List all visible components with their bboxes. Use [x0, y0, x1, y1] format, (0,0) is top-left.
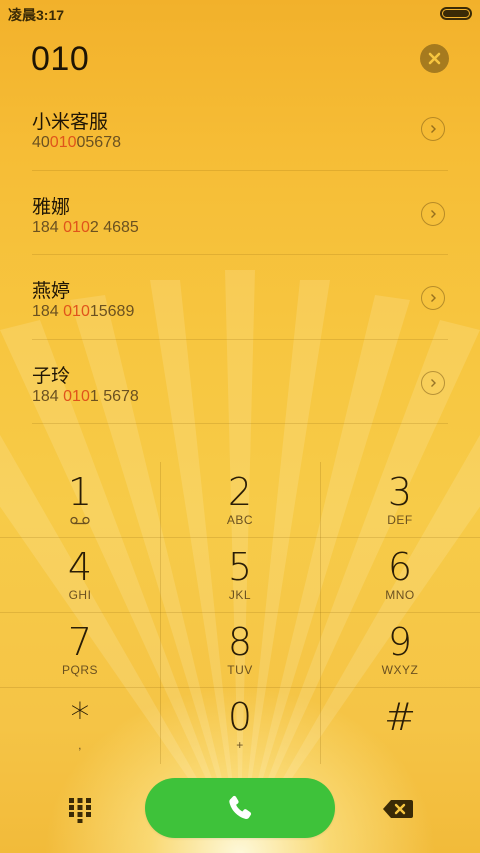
number-match: 010 [63, 303, 90, 320]
contact-detail-button[interactable] [421, 370, 445, 395]
key-letters: MNO [385, 588, 415, 602]
key-digit: 6 [387, 545, 413, 589]
key-letters: + [236, 738, 244, 752]
key-digit: 7 [67, 620, 93, 664]
contact-detail-button[interactable] [421, 201, 445, 226]
key-hash[interactable]: # [320, 687, 480, 763]
key-6[interactable]: 6 MNO [320, 537, 480, 613]
key-letters: ABC [226, 513, 254, 527]
chevron-right-icon [431, 125, 436, 133]
contact-detail-button[interactable] [421, 286, 445, 310]
number-prefix: 40 [32, 134, 50, 151]
key-digit: 1 [67, 470, 93, 514]
key-letters: PQRS [61, 663, 98, 677]
battery-icon [440, 7, 472, 20]
key-letters: TUV [227, 663, 253, 677]
contact-detail-button[interactable] [421, 117, 445, 141]
number-suffix: 2 4685 [89, 218, 139, 236]
number-prefix: 184 [32, 387, 64, 405]
search-results-list: 小米客服 4001005678 雅娜 184 0102 4685 燕婷 184 … [0, 86, 480, 424]
key-digit: 9 [387, 620, 413, 664]
key-digit: # [384, 695, 416, 739]
key-star[interactable]: * , [0, 687, 160, 763]
key-8[interactable]: 8 TUV [160, 612, 320, 688]
number-suffix: 15689 [89, 303, 135, 320]
backspace-button[interactable] [382, 797, 414, 821]
close-icon [428, 52, 441, 65]
key-5[interactable]: 5 JKL [160, 537, 320, 613]
dialpad-toggle-button[interactable] [66, 796, 94, 824]
contact-number: 184 01015689 [32, 303, 134, 321]
key-digit: 2 [227, 470, 253, 514]
contact-name: 小米客服 [32, 111, 109, 133]
number-match: 010 [63, 218, 90, 236]
contact-name: 雅娜 [32, 195, 71, 218]
key-digit: 0 [227, 695, 253, 739]
contact-number: 4001005678 [32, 134, 121, 152]
dialpad-icon [69, 798, 91, 823]
key-digit: 5 [227, 545, 253, 589]
key-9[interactable]: 9 WXYZ [320, 612, 480, 688]
key-digit: 4 [67, 545, 93, 589]
number-suffix: 1 5678 [89, 387, 139, 405]
result-item[interactable]: 燕婷 184 01015689 [32, 255, 448, 340]
result-item[interactable]: 小米客服 4001005678 [32, 86, 448, 171]
dial-keypad: 1 2 ABC 3 DEF 4 GHI 5 JKL 6 MNO 7 PQRS 8… [0, 462, 480, 764]
phone-icon [229, 795, 252, 820]
contact-name: 子玲 [32, 364, 71, 387]
key-0[interactable]: 0 + [160, 687, 320, 763]
bottom-action-bar [0, 764, 480, 853]
result-item[interactable]: 雅娜 184 0102 4685 [32, 171, 448, 255]
voicemail-icon [70, 516, 90, 525]
key-letters: JKL [228, 588, 252, 602]
key-digit: 8 [227, 620, 253, 664]
contact-number: 184 0102 4685 [32, 219, 139, 237]
number-prefix: 184 [32, 218, 64, 236]
number-prefix: 184 [32, 303, 64, 320]
chevron-right-icon [431, 209, 436, 218]
key-1[interactable]: 1 [0, 462, 160, 538]
number-suffix: 05678 [76, 134, 122, 151]
key-2[interactable]: 2 ABC [160, 462, 320, 538]
contact-number: 184 0101 5678 [32, 388, 139, 406]
key-4[interactable]: 4 GHI [0, 537, 160, 613]
key-digit: * [70, 695, 90, 739]
call-button[interactable] [145, 778, 335, 838]
status-bar: 凌晨3:17 [0, 0, 480, 26]
key-letters: GHI [68, 588, 92, 602]
key-7[interactable]: 7 PQRS [0, 612, 160, 688]
number-match: 010 [49, 134, 77, 151]
backspace-icon [383, 800, 413, 818]
number-match: 010 [63, 387, 90, 405]
key-letters: DEF [387, 513, 413, 527]
result-item[interactable]: 子玲 184 0101 5678 [32, 340, 448, 424]
chevron-right-icon [431, 378, 436, 387]
key-letters: WXYZ [381, 663, 419, 677]
status-time: 凌晨3:17 [8, 7, 65, 23]
dialed-number-input[interactable]: 010 [31, 40, 89, 79]
key-3[interactable]: 3 DEF [320, 462, 480, 538]
chevron-right-icon [431, 294, 436, 302]
key-letters: , [78, 738, 82, 752]
clear-button[interactable] [420, 44, 449, 73]
contact-name: 燕婷 [32, 280, 71, 302]
key-digit: 3 [387, 470, 413, 514]
